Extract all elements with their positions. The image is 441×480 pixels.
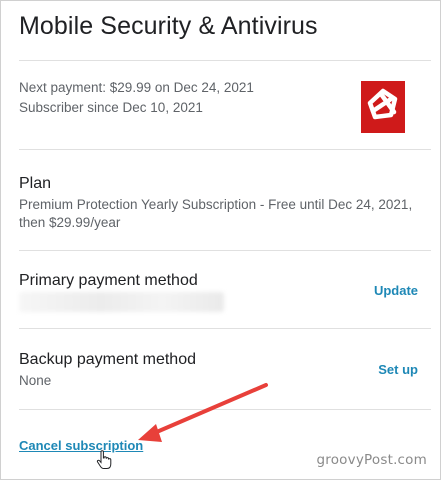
hand-cursor-icon (96, 450, 112, 469)
annotation-arrow (138, 383, 268, 442)
watermark: groovyPost.com (316, 452, 427, 468)
